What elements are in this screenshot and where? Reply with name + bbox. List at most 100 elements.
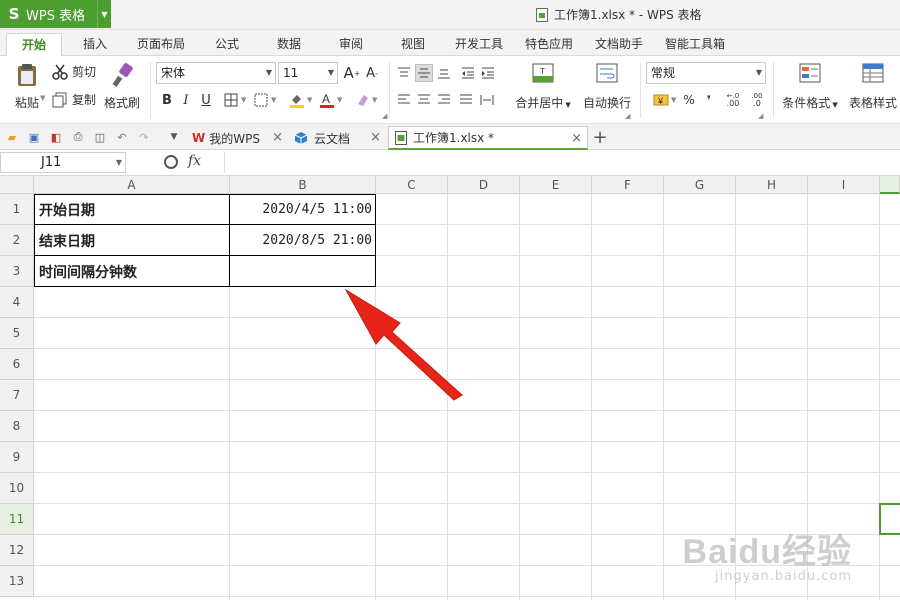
doc-tab-label: 我的WPS: [209, 131, 260, 146]
paste-button[interactable]: 粘贴: [10, 62, 44, 111]
svg-text:T: T: [540, 67, 545, 76]
align-right-icon[interactable]: [435, 91, 453, 109]
font-size-select[interactable]: 11 ▼: [278, 62, 338, 84]
align-middle-icon[interactable]: [415, 64, 433, 82]
tab-formulas[interactable]: 公式: [204, 33, 250, 56]
close-icon[interactable]: ×: [571, 131, 582, 146]
title-bar: S WPS 表格 ▼ 工作簿1.xlsx * - WPS 表格: [0, 0, 900, 30]
table-style-label: 表格样式: [848, 96, 897, 110]
tab-view[interactable]: 视图: [390, 33, 436, 56]
print-icon[interactable]: ⎙: [70, 129, 86, 145]
tab-special-apps[interactable]: 特色应用: [518, 33, 580, 56]
italic-button[interactable]: I: [177, 91, 195, 109]
cloud-doc-icon: [294, 132, 308, 144]
chevron-down-icon[interactable]: ▼: [271, 96, 276, 104]
tab-page-layout[interactable]: 页面布局: [130, 33, 192, 56]
clipboard-icon: [18, 64, 36, 86]
close-icon[interactable]: ×: [370, 130, 381, 145]
increase-indent-icon[interactable]: [479, 64, 497, 82]
font-size-value: 11: [283, 66, 299, 80]
spreadsheet-grid[interactable]: A B C D E F G H I 1 2 3 4 5 6 7 8 9 10 1…: [0, 176, 900, 600]
format-painter-button[interactable]: 格式刷: [104, 62, 140, 111]
distributed-align-icon[interactable]: [478, 91, 496, 109]
chevron-down-icon: ▼: [755, 68, 762, 77]
underline-button[interactable]: U: [197, 91, 215, 109]
percent-button[interactable]: %: [680, 91, 698, 109]
cut-button[interactable]: 剪切: [52, 63, 96, 80]
fill-color-icon[interactable]: [288, 91, 306, 109]
close-icon[interactable]: ×: [272, 130, 283, 145]
doc-tab-my-wps[interactable]: W 我的WPS ×: [188, 126, 288, 150]
decrease-decimal-button[interactable]: .00.0: [746, 91, 768, 109]
table-style-button[interactable]: 表格样式: [846, 62, 900, 111]
save-icon[interactable]: ▣: [26, 129, 42, 145]
doc-tab-workbook1[interactable]: 工作簿1.xlsx * ×: [388, 126, 588, 150]
align-left-icon[interactable]: [395, 91, 413, 109]
font-name-select[interactable]: 宋体 ▼: [156, 62, 276, 84]
increase-decimal-button[interactable]: ←.0.00: [722, 91, 744, 109]
font-color-icon[interactable]: A: [318, 91, 336, 109]
copy-button[interactable]: 复制: [52, 91, 96, 108]
align-bottom-icon[interactable]: [435, 64, 453, 82]
fill-pattern-icon[interactable]: [252, 91, 270, 109]
number-dialog-launcher-icon[interactable]: ◢: [758, 112, 763, 120]
decrease-font-icon[interactable]: A-: [363, 64, 381, 82]
tab-smart-toolbox[interactable]: 智能工具箱: [658, 33, 732, 56]
merge-center-button[interactable]: T 合并居中 ▼: [513, 62, 573, 111]
formula-bar: J11 ▼ fx: [0, 150, 900, 176]
chevron-down-icon[interactable]: ▼: [337, 96, 342, 104]
increase-font-icon[interactable]: A +: [343, 64, 361, 82]
ribbon-tabs: 开始 插入 页面布局 公式 数据 审阅 视图 开发工具 特色应用 文档助手 智能…: [0, 30, 900, 56]
justify-icon[interactable]: [457, 91, 475, 109]
chevron-down-icon[interactable]: ▼: [166, 129, 182, 145]
bold-button[interactable]: B: [158, 91, 176, 109]
currency-format-icon[interactable]: ¥: [650, 91, 672, 109]
app-menu-button[interactable]: S WPS 表格 ▼: [0, 0, 111, 28]
name-box[interactable]: J11 ▼: [0, 152, 126, 173]
chevron-down-icon[interactable]: ▼: [372, 96, 377, 104]
chevron-down-icon[interactable]: ▼: [97, 0, 111, 28]
alignment-dialog-launcher-icon[interactable]: ◢: [625, 112, 630, 120]
zoom-search-icon[interactable]: [164, 155, 178, 169]
chevron-down-icon[interactable]: ▼: [307, 96, 312, 104]
insert-function-button[interactable]: fx: [188, 153, 201, 169]
doc-tab-cloud-docs[interactable]: 云文档 ×: [290, 126, 386, 150]
tab-insert[interactable]: 插入: [70, 33, 120, 56]
paste-dropdown-icon[interactable]: ▼: [40, 94, 45, 102]
redo-icon[interactable]: ↷: [136, 129, 152, 145]
number-format-select[interactable]: 常规 ▼: [646, 62, 766, 84]
document-tab-bar: ▰ ▣ ◧ ⎙ ◫ ↶ ↷ ▼ W 我的WPS × 云文档 × 工作簿1.xls…: [0, 124, 900, 150]
svg-text:A: A: [322, 92, 330, 106]
comma-style-button[interactable]: ❜: [700, 91, 718, 109]
font-dialog-launcher-icon[interactable]: ◢: [382, 112, 387, 120]
formula-input[interactable]: [224, 152, 900, 173]
borders-icon[interactable]: [222, 91, 240, 109]
merge-cells-icon: T: [532, 63, 554, 83]
divider: [640, 62, 641, 118]
open-folder-icon[interactable]: ▰: [4, 129, 20, 145]
chevron-down-icon[interactable]: ▼: [671, 96, 676, 104]
tab-data[interactable]: 数据: [266, 33, 312, 56]
divider: [389, 62, 390, 118]
tab-review[interactable]: 审阅: [328, 33, 374, 56]
wrap-text-button[interactable]: 自动换行: [581, 62, 633, 111]
print-preview-icon[interactable]: ◫: [92, 129, 108, 145]
tab-developer[interactable]: 开发工具: [448, 33, 510, 56]
conditional-format-button[interactable]: 条件格式 ▼: [778, 62, 842, 111]
align-center-icon[interactable]: [415, 91, 433, 109]
font-name-value: 宋体: [161, 66, 186, 80]
copy-icon: [52, 92, 67, 107]
decrease-indent-icon[interactable]: [459, 64, 477, 82]
align-top-icon[interactable]: [395, 64, 413, 82]
new-tab-plus-icon[interactable]: +: [592, 127, 608, 148]
tab-doc-assistant[interactable]: 文档助手: [588, 33, 650, 56]
undo-icon[interactable]: ↶: [114, 129, 130, 145]
clear-format-icon[interactable]: [354, 91, 372, 109]
wrap-text-label: 自动换行: [582, 96, 631, 110]
spreadsheet-file-icon: [536, 7, 548, 22]
tab-home[interactable]: 开始: [6, 33, 62, 56]
sheet-doc-icon: [395, 130, 407, 145]
chevron-down-icon[interactable]: ▼: [241, 96, 246, 104]
export-pdf-icon[interactable]: ◧: [48, 129, 64, 145]
baidu-watermark: Baidu经验 jingyan.baidu.com: [683, 524, 852, 584]
